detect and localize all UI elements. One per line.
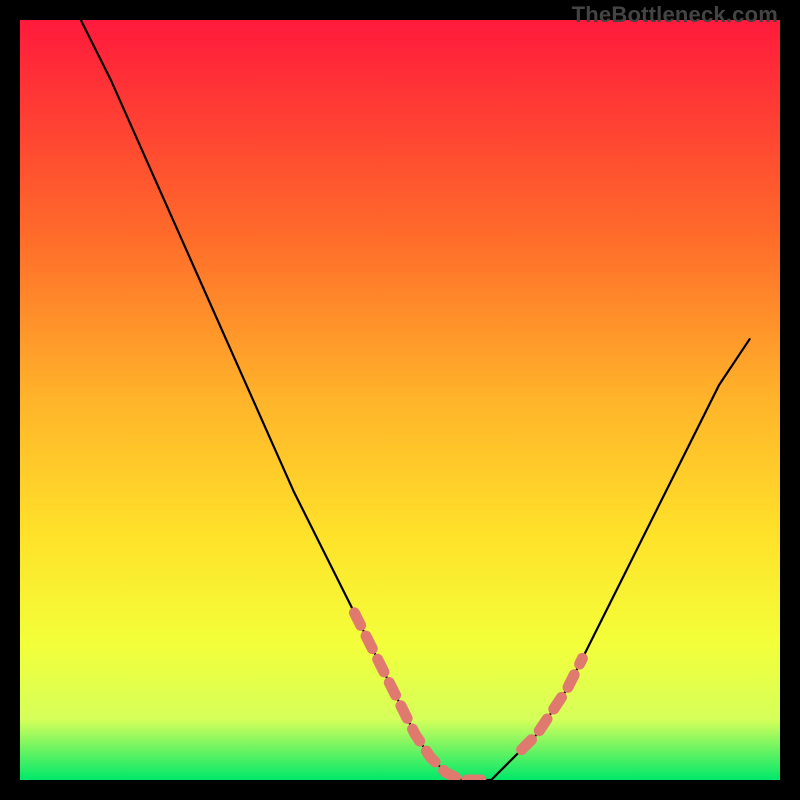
watermark-text: TheBottleneck.com xyxy=(572,2,778,28)
bottleneck-chart xyxy=(20,20,780,780)
chart-frame xyxy=(20,20,780,780)
